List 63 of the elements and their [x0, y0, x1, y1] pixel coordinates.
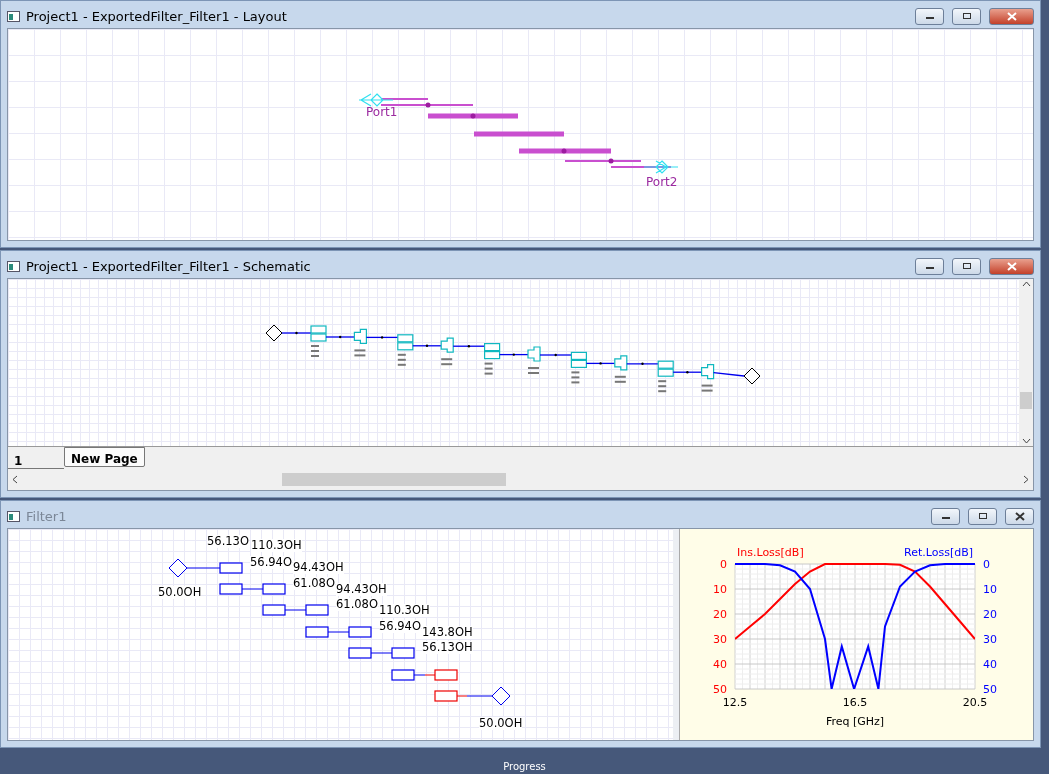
scroll-down-icon[interactable] — [1021, 438, 1031, 444]
scroll-left-icon[interactable] — [12, 475, 18, 484]
scrollbar-thumb[interactable] — [282, 473, 506, 486]
impedance-label: 50.0OH — [479, 717, 523, 730]
minimize-button[interactable] — [931, 507, 960, 525]
page-tab[interactable]: New Page — [64, 447, 145, 467]
port-label: Port2 — [646, 175, 678, 189]
tick-label: 50 — [713, 683, 727, 696]
impedance-label: 61.08O — [336, 598, 378, 611]
tick-label: 10 — [983, 583, 997, 596]
window-icon — [7, 510, 20, 522]
tick-label: 20.5 — [962, 696, 988, 709]
close-button[interactable] — [1005, 507, 1034, 525]
impedance-label: 56.13O — [207, 535, 249, 548]
close-button[interactable] — [989, 257, 1034, 275]
window-title: Project1 - ExportedFilter_Filter1 - Layout — [26, 8, 288, 24]
tick-label: 50 — [983, 683, 997, 696]
close-icon — [1014, 511, 1025, 521]
maximize-button[interactable] — [968, 507, 997, 525]
close-button[interactable] — [989, 7, 1034, 25]
tick-label: 30 — [713, 633, 727, 646]
tick-label: 30 — [983, 633, 997, 646]
window-title: Project1 - ExportedFilter_Filter1 - Schematic — [26, 258, 312, 274]
tick-label: 12.5 — [722, 696, 748, 709]
minimize-button[interactable] — [915, 257, 944, 275]
impedance-label: 61.08O — [293, 577, 335, 590]
maximize-icon — [961, 262, 972, 270]
window-icon — [7, 10, 20, 22]
axis-title: Ins.Loss[dB] — [737, 546, 804, 559]
scrollbar-thumb[interactable] — [1020, 392, 1032, 409]
impedance-label: 94.43OH — [336, 583, 387, 596]
tick-label: 0 — [720, 558, 727, 571]
axis-title: Ret.Loss[dB] — [904, 546, 973, 559]
axis-label: Freq [GHz] — [825, 715, 885, 728]
tick-label: 10 — [713, 583, 727, 596]
tick-label: 20 — [983, 608, 997, 621]
impedance-label: 56.94O — [379, 620, 421, 633]
scroll-right-icon[interactable] — [1023, 475, 1029, 484]
minimize-button[interactable] — [915, 7, 944, 25]
maximize-button[interactable] — [952, 257, 981, 275]
tick-label: 0 — [983, 558, 990, 571]
port-label: Port1 — [366, 105, 398, 119]
status-text: Progress — [503, 761, 546, 772]
impedance-label: 110.3OH — [379, 604, 430, 617]
scroll-up-icon[interactable] — [1021, 281, 1031, 287]
close-icon — [1006, 261, 1017, 271]
tick-label: 40 — [713, 658, 727, 671]
close-icon — [1006, 11, 1017, 21]
impedance-label: 56.13OH — [422, 641, 473, 654]
tick-label: 40 — [983, 658, 997, 671]
vertical-scrollbar[interactable] — [1019, 279, 1033, 446]
maximize-icon — [961, 12, 972, 20]
tick-label: 20 — [713, 608, 727, 621]
impedance-label: 94.43OH — [293, 561, 344, 574]
impedance-label: 110.3OH — [251, 539, 302, 552]
impedance-label: 56.94O — [250, 556, 292, 569]
window-title: Filter1 — [26, 508, 68, 524]
window-icon — [7, 260, 20, 272]
impedance-label: 50.0OH — [158, 586, 202, 599]
maximize-button[interactable] — [952, 7, 981, 25]
maximize-icon — [977, 512, 988, 520]
impedance-label: 143.8OH — [422, 626, 473, 639]
tick-label: 16.5 — [842, 696, 868, 709]
